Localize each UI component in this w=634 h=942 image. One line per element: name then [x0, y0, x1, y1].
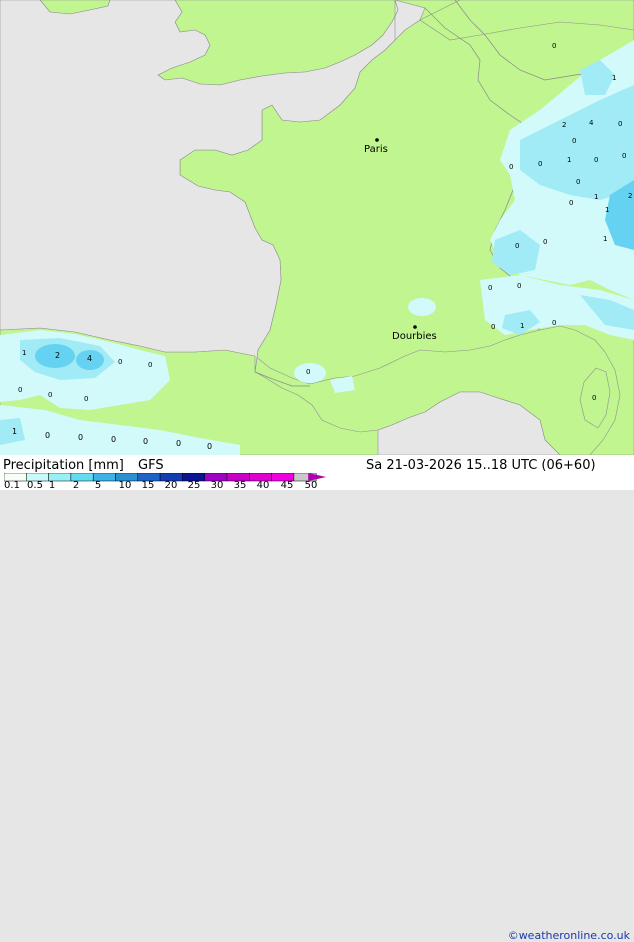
- precip-value: 0: [592, 394, 596, 402]
- scale-tick-label: 1: [48, 480, 56, 491]
- precip-value: 0: [18, 386, 22, 394]
- precip-value: 0: [517, 282, 521, 290]
- precip-value: 1: [520, 322, 524, 330]
- precip-value: 4: [589, 119, 594, 127]
- scale-tick-label: 35: [233, 480, 247, 491]
- svg-text:2: 2: [55, 351, 60, 360]
- precip-value: 1: [594, 193, 598, 201]
- svg-text:0: 0: [176, 439, 181, 448]
- precip-value: 1: [22, 349, 26, 357]
- scale-tick-label: 45: [280, 480, 294, 491]
- city-label: Paris: [364, 144, 388, 155]
- precip-value: 0: [48, 391, 52, 399]
- scale-tick-label: 2: [72, 480, 80, 491]
- precip-value: 1: [612, 74, 616, 82]
- scale-tick-label: 40: [256, 480, 270, 491]
- precip-value: 0: [543, 238, 547, 246]
- precipitation-map: Paris Dourbies 0 1 2 4 0 0 1 0 0 0 0 0 1…: [0, 0, 634, 455]
- precip-value: 0: [118, 358, 122, 366]
- precip-value: 0: [622, 152, 626, 160]
- precip-value: 2: [628, 192, 632, 200]
- svg-text:0: 0: [207, 442, 212, 451]
- svg-text:0: 0: [78, 433, 83, 442]
- precip-value: 0: [552, 319, 556, 327]
- precip-value: 0: [538, 160, 542, 168]
- precip-value: 0: [515, 242, 519, 250]
- precip-value: 1: [605, 206, 609, 214]
- scale-tick-label: 25: [187, 480, 201, 491]
- precip-value: 0: [572, 137, 576, 145]
- credit: ©weatheronline.co.uk: [507, 929, 630, 942]
- precip-value: 0: [594, 156, 598, 164]
- svg-text:0: 0: [111, 435, 116, 444]
- scale-tick-label: 0.5: [27, 480, 43, 491]
- precip-value: 0: [509, 163, 513, 171]
- precip-value: 0: [552, 42, 556, 50]
- precip-value: 0: [306, 368, 310, 376]
- city-label: Dourbies: [392, 331, 437, 342]
- precip-value: 1: [603, 235, 607, 243]
- model-name: GFS: [138, 458, 164, 473]
- valid-time: Sa 21-03-2026 15..18 UTC (06+60): [366, 458, 596, 473]
- precip-value: 0: [488, 284, 492, 292]
- scale-tick-label: 20: [164, 480, 178, 491]
- precip-value: 0: [148, 361, 152, 369]
- precip-value: 1: [567, 156, 571, 164]
- svg-text:0: 0: [45, 431, 50, 440]
- scale-tick-label: 30: [210, 480, 224, 491]
- precip-value: 0: [569, 199, 573, 207]
- svg-text:0: 0: [143, 437, 148, 446]
- precip-value: 2: [562, 121, 566, 129]
- svg-text:4: 4: [87, 354, 92, 363]
- svg-text:1: 1: [12, 427, 17, 436]
- precip-value: 0: [576, 178, 580, 186]
- legend-title: Precipitation [mm]: [3, 458, 124, 473]
- scale-tick-label: 50: [304, 480, 318, 491]
- scale-tick-label: 15: [141, 480, 155, 491]
- precip-value: 0: [491, 323, 495, 331]
- scale-tick-label: 0.1: [4, 480, 20, 491]
- scale-tick-label: 10: [118, 480, 132, 491]
- precip-value: 0: [618, 120, 622, 128]
- scale-tick-label: 5: [94, 480, 102, 491]
- precip-value: 0: [84, 395, 88, 403]
